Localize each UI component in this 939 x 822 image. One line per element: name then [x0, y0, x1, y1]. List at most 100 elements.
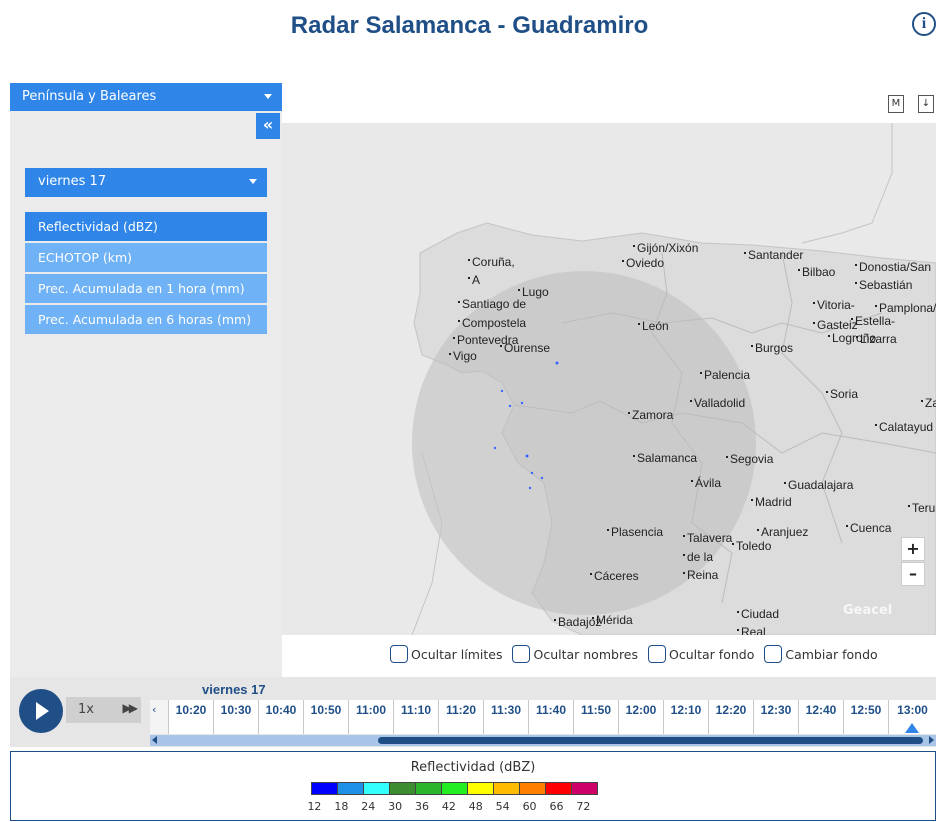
time-slot[interactable]: 11:00	[348, 700, 393, 734]
city-label: Badajoz	[553, 615, 602, 629]
play-icon[interactable]	[19, 689, 63, 733]
city-label: Cuenca	[845, 521, 892, 535]
time-slot[interactable]: 11:30	[483, 700, 528, 734]
hide-limits-checkbox[interactable]	[390, 645, 408, 663]
option-label: Ocultar fondo	[669, 646, 755, 662]
legend-swatch	[363, 782, 390, 795]
timeline-scrollbar[interactable]	[150, 735, 936, 746]
time-slot[interactable]: 12:00	[618, 700, 663, 734]
city-label: Soria	[825, 387, 859, 401]
city-label: Santiago de	[457, 297, 527, 311]
legend-swatch	[467, 782, 494, 795]
metadata-icon[interactable]: M	[888, 95, 904, 113]
time-slot[interactable]: 12:50	[843, 700, 888, 734]
legend-ticks: 12 18 24 30 36 42 48 54 60 66 72	[301, 800, 597, 813]
hide-background-checkbox[interactable]	[648, 645, 667, 663]
layer-echotop[interactable]: ECHOTOP (km)	[25, 243, 267, 272]
map-watermark: Geacel	[843, 603, 893, 618]
region-select[interactable]: Península y Baleares	[10, 83, 282, 111]
option-hide-limits[interactable]: Ocultar límites	[390, 645, 502, 663]
map-background	[282, 123, 936, 635]
scrollbar-thumb[interactable]	[378, 737, 923, 744]
day-select-label: viernes 17	[38, 174, 107, 189]
city-label: Mérida	[592, 613, 633, 627]
collapse-sidebar-button[interactable]: «	[256, 113, 280, 139]
option-label: Ocultar límites	[411, 646, 503, 662]
city-label: Za	[920, 396, 936, 410]
zoom-in-button[interactable]: +	[901, 537, 925, 561]
scroll-left-icon[interactable]	[152, 736, 157, 744]
city-label: Vitoria-	[813, 298, 855, 312]
city-label: Real	[737, 625, 766, 635]
chevron-down-icon	[264, 94, 272, 99]
time-slot[interactable]: 12:40	[798, 700, 843, 734]
chevron-left-icon[interactable]: ‹	[152, 703, 156, 716]
city-label: Burgos	[750, 341, 794, 355]
city-label: Salamanca	[632, 451, 698, 465]
scroll-right-icon[interactable]	[929, 736, 934, 744]
legend-tick: 36	[415, 800, 429, 813]
time-slot[interactable]: 12:10	[663, 700, 708, 734]
city-label: Vigo	[449, 349, 477, 363]
city-label: Guadalajara	[783, 478, 854, 492]
legend-swatch	[415, 782, 442, 795]
time-slot[interactable]: 12:30	[753, 700, 798, 734]
download-icon[interactable]: ↓	[918, 95, 934, 113]
chevron-down-icon	[249, 179, 257, 184]
city-label: Pamplona/	[874, 301, 936, 315]
fast-forward-icon[interactable]: ▶▶	[123, 701, 139, 715]
legend-color-bar	[311, 782, 598, 795]
radar-map[interactable]: Gijón/Xixón Oviedo Santander Bilbao Dono…	[282, 123, 936, 635]
legend-tick: 54	[495, 800, 510, 813]
option-label: Ocultar nombres	[533, 646, 639, 662]
info-icon[interactable]: i	[912, 12, 936, 36]
city-label: Zamora	[627, 408, 674, 422]
legend-swatch	[493, 782, 520, 795]
time-slot[interactable]: 11:50	[573, 700, 618, 734]
zoom-out-button[interactable]: –	[901, 562, 925, 586]
layer-reflectivity[interactable]: Reflectividad (dBZ)	[25, 212, 267, 241]
city-label: Plasencia	[606, 525, 664, 539]
city-label: Oviedo	[621, 256, 665, 270]
layer-prec-1h[interactable]: Prec. Acumulada en 1 hora (mm)	[25, 274, 267, 303]
time-slot[interactable]: 10:40	[258, 700, 303, 734]
time-slot[interactable]: 12:20	[708, 700, 753, 734]
city-label: Calatayud	[874, 420, 934, 434]
legend-title: Reflectividad (dBZ)	[410, 760, 536, 775]
city-label: Ciudad	[736, 607, 780, 621]
color-legend: Reflectividad (dBZ) 12 18 24 30 36 42 48…	[10, 751, 936, 821]
option-change-background[interactable]: Cambiar fondo	[764, 645, 878, 663]
option-hide-names[interactable]: Ocultar nombres	[512, 645, 638, 663]
time-slot[interactable]: 11:20	[438, 700, 483, 734]
city-label: Compostela	[457, 316, 527, 330]
day-select[interactable]: viernes 17	[25, 168, 267, 197]
legend-tick: 42	[441, 800, 456, 813]
time-slot[interactable]: 11:10	[393, 700, 438, 734]
legend-tick: 24	[361, 800, 376, 813]
time-slot[interactable]: 10:30	[213, 700, 258, 734]
option-hide-background[interactable]: Ocultar fondo	[648, 645, 754, 663]
legend-swatch	[389, 782, 416, 795]
legend-tick: 48	[468, 800, 483, 813]
speed-control[interactable]: 1x ▶▶	[66, 697, 141, 723]
current-time-marker	[905, 723, 919, 733]
city-label: Gijón/Xixón	[632, 241, 699, 255]
time-slot[interactable]: 11:40	[528, 700, 573, 734]
hide-names-checkbox[interactable]	[512, 645, 531, 663]
legend-tick: 12	[307, 800, 322, 813]
sidebar: Península y Baleares « viernes 17 Reflec…	[10, 83, 282, 677]
legend-swatch	[519, 782, 546, 795]
city-label: de la	[682, 550, 714, 564]
time-slot[interactable]: 10:50	[303, 700, 348, 734]
time-slot[interactable]: 10:20	[168, 700, 213, 734]
legend-tick: 72	[576, 800, 591, 813]
map-options: Ocultar límites Ocultar nombres Ocultar …	[390, 645, 878, 663]
change-background-checkbox[interactable]	[764, 645, 783, 663]
city-label: Teru	[907, 501, 936, 515]
city-label: León	[638, 319, 669, 333]
city-label: Reina	[682, 568, 719, 582]
legend-tick: 18	[334, 800, 349, 813]
speed-value: 1x	[78, 702, 94, 717]
city-label: Ávila	[690, 476, 722, 490]
layer-prec-6h[interactable]: Prec. Acumulada en 6 horas (mm)	[25, 305, 267, 334]
